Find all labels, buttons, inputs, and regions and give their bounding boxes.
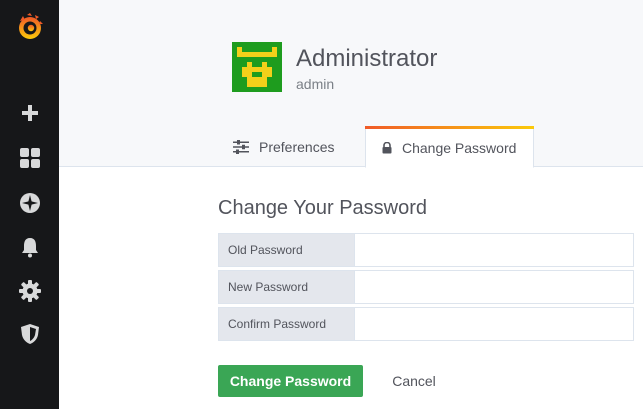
old-password-row: Old Password	[218, 233, 634, 267]
avatar	[232, 42, 282, 92]
explore-compass-icon[interactable]	[0, 188, 59, 218]
user-login: admin	[296, 76, 335, 92]
new-password-label: New Password	[218, 270, 355, 304]
plus-icon[interactable]	[0, 98, 59, 128]
tab-change-password[interactable]: Change Password	[365, 126, 534, 168]
old-password-input[interactable]	[355, 233, 634, 267]
old-password-label: Old Password	[218, 233, 355, 267]
user-display-name: Administrator	[296, 45, 438, 72]
tab-preferences-label: Preferences	[259, 138, 335, 155]
form-title: Change Your Password	[218, 197, 428, 219]
sidebar	[0, 0, 59, 409]
sliders-icon	[233, 139, 249, 154]
configuration-gear-icon[interactable]	[0, 276, 59, 306]
grafana-logo-icon[interactable]	[0, 11, 59, 43]
confirm-password-label: Confirm Password	[218, 307, 355, 341]
tab-change-password-label: Change Password	[402, 140, 517, 156]
shield-icon[interactable]	[0, 319, 59, 349]
lock-icon	[382, 142, 392, 154]
new-password-row: New Password	[218, 270, 634, 304]
alerting-bell-icon[interactable]	[0, 232, 59, 262]
change-password-button[interactable]: Change Password	[218, 365, 363, 397]
confirm-password-row: Confirm Password	[218, 307, 634, 341]
confirm-password-input[interactable]	[355, 307, 634, 341]
tab-preferences[interactable]: Preferences	[221, 126, 361, 167]
dashboards-icon[interactable]	[0, 143, 59, 173]
cancel-button[interactable]: Cancel	[376, 365, 452, 397]
new-password-input[interactable]	[355, 270, 634, 304]
